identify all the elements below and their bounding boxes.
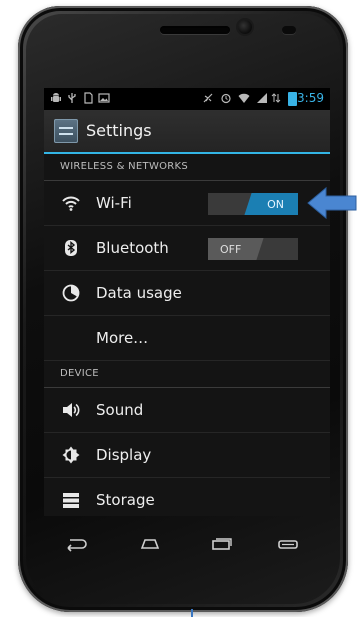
settings-item-display[interactable]: Display xyxy=(44,433,330,478)
section-label: DEVICE xyxy=(60,368,99,379)
screen: 3:59 Settings WIRELESS & NETWORKS Wi-Fi … xyxy=(44,88,330,516)
wifi-status-icon xyxy=(238,93,250,103)
home-icon[interactable] xyxy=(138,536,162,552)
settings-item-label: Wi-Fi xyxy=(96,194,132,212)
usb-icon xyxy=(68,93,76,103)
settings-item-sound[interactable]: Sound xyxy=(44,388,330,433)
signal-icon xyxy=(257,93,267,103)
settings-item-label: Sound xyxy=(96,401,144,419)
data-usage-icon xyxy=(62,284,80,302)
page-title: Settings xyxy=(86,121,152,140)
action-bar: Settings xyxy=(44,110,330,154)
settings-item-label: Storage xyxy=(96,491,155,509)
settings-item-label: More… xyxy=(96,329,149,347)
recent-apps-icon[interactable] xyxy=(210,536,234,552)
settings-item-wifi[interactable]: Wi-Fi ON xyxy=(44,181,330,226)
data-activity-icon xyxy=(271,93,281,103)
settings-item-label: Data usage xyxy=(96,284,182,302)
status-clock: 3:59 xyxy=(297,91,324,105)
wifi-icon xyxy=(62,196,80,211)
menu-icon[interactable] xyxy=(276,536,300,552)
settings-app-icon[interactable] xyxy=(54,119,78,143)
settings-item-label: Bluetooth xyxy=(96,239,169,257)
settings-item-more[interactable]: More… xyxy=(44,316,330,361)
settings-item-label: Display xyxy=(96,446,152,464)
battery-icon xyxy=(288,92,297,106)
section-header-wireless: WIRELESS & NETWORKS xyxy=(44,154,330,181)
wifi-toggle[interactable]: ON xyxy=(208,193,298,215)
annotation-arrow-icon xyxy=(307,186,357,220)
airplane-mode-off-icon xyxy=(203,93,213,103)
display-icon xyxy=(62,446,80,464)
back-icon[interactable] xyxy=(64,536,88,552)
front-camera xyxy=(238,20,252,34)
hardware-nav-bar xyxy=(44,528,330,564)
sim-icon xyxy=(84,92,93,104)
divider-tick xyxy=(191,609,193,617)
settings-list: WIRELESS & NETWORKS Wi-Fi ON Bluetooth O… xyxy=(44,154,330,516)
android-debug-icon xyxy=(51,93,61,102)
toggle-state: OFF xyxy=(220,243,242,256)
bluetooth-toggle[interactable]: OFF xyxy=(208,238,298,260)
toggle-state: ON xyxy=(267,198,284,211)
image-icon xyxy=(98,93,110,103)
section-label: WIRELESS & NETWORKS xyxy=(60,161,189,172)
settings-item-data-usage[interactable]: Data usage xyxy=(44,271,330,316)
settings-item-bluetooth[interactable]: Bluetooth OFF xyxy=(44,226,330,271)
storage-icon xyxy=(63,493,79,508)
section-header-device: DEVICE xyxy=(44,361,330,388)
speaker-icon xyxy=(63,403,80,417)
bluetooth-icon xyxy=(65,240,77,256)
status-bar: 3:59 xyxy=(44,88,330,110)
proximity-sensor xyxy=(282,26,296,34)
settings-item-storage[interactable]: Storage xyxy=(44,478,330,516)
earpiece xyxy=(160,26,230,34)
alarm-icon xyxy=(221,93,231,104)
